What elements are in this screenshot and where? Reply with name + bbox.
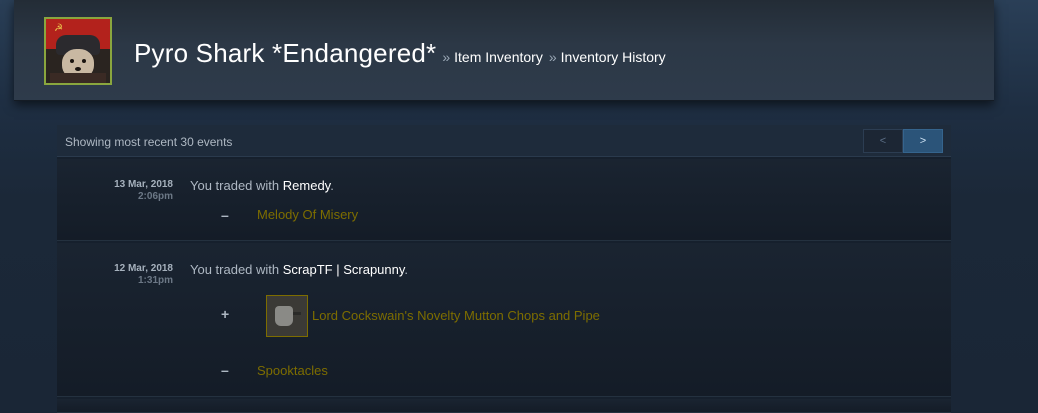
history-toolbar: Showing most recent 30 events < >	[57, 125, 951, 157]
event-time: 1:31pm	[137, 275, 173, 286]
breadcrumb-inventory-history[interactable]: Inventory History	[561, 49, 666, 65]
item-link[interactable]: Spooktacles	[257, 363, 328, 378]
item-link[interactable]: Lord Cockswain's Novelty Mutton Chops an…	[312, 308, 600, 323]
event-time: 2:06pm	[137, 191, 173, 202]
history-event: 12 Mar, 2018 1:31pm You traded with Scra…	[57, 243, 951, 397]
mutton-chops-pipe-icon[interactable]	[266, 295, 308, 337]
next-page-button[interactable]: >	[903, 129, 943, 153]
breadcrumb: Pyro Shark *Endangered* » Item Inventory…	[134, 38, 666, 69]
profile-header: ☭ Pyro Shark *Endangered* » Item Invento…	[14, 0, 994, 101]
event-description: You traded with ScrapTF | Scrapunny.	[190, 262, 409, 277]
avatar[interactable]: ☭	[44, 17, 112, 85]
breadcrumb-item-inventory[interactable]: Item Inventory	[454, 49, 543, 65]
inventory-history-panel: Showing most recent 30 events < > 13 Mar…	[57, 125, 951, 413]
item-removed-sign: –	[221, 207, 229, 223]
persona-name-link[interactable]: Pyro Shark *Endangered*	[134, 38, 436, 69]
event-date: 13 Mar, 2018	[114, 179, 173, 190]
pager: < >	[863, 129, 943, 153]
event-date: 12 Mar, 2018	[114, 263, 173, 274]
history-event: 13 Mar, 2018 2:06pm You traded with Reme…	[57, 159, 951, 241]
hammer-sickle-icon: ☭	[54, 23, 63, 34]
item-added-sign: +	[221, 306, 230, 322]
item-removed-sign: –	[221, 362, 229, 378]
showing-events-text: Showing most recent 30 events	[65, 135, 233, 149]
breadcrumb-separator-icon: »	[548, 49, 557, 65]
event-description: You traded with Remedy.	[190, 178, 334, 193]
trade-partner-link[interactable]: Remedy	[283, 178, 330, 193]
history-event	[57, 399, 951, 413]
prev-page-button[interactable]: <	[863, 129, 903, 153]
item-link[interactable]: Melody Of Misery	[257, 207, 358, 222]
breadcrumb-separator-icon: »	[442, 49, 451, 65]
trade-partner-link[interactable]: ScrapTF | Scrapunny	[283, 262, 405, 277]
